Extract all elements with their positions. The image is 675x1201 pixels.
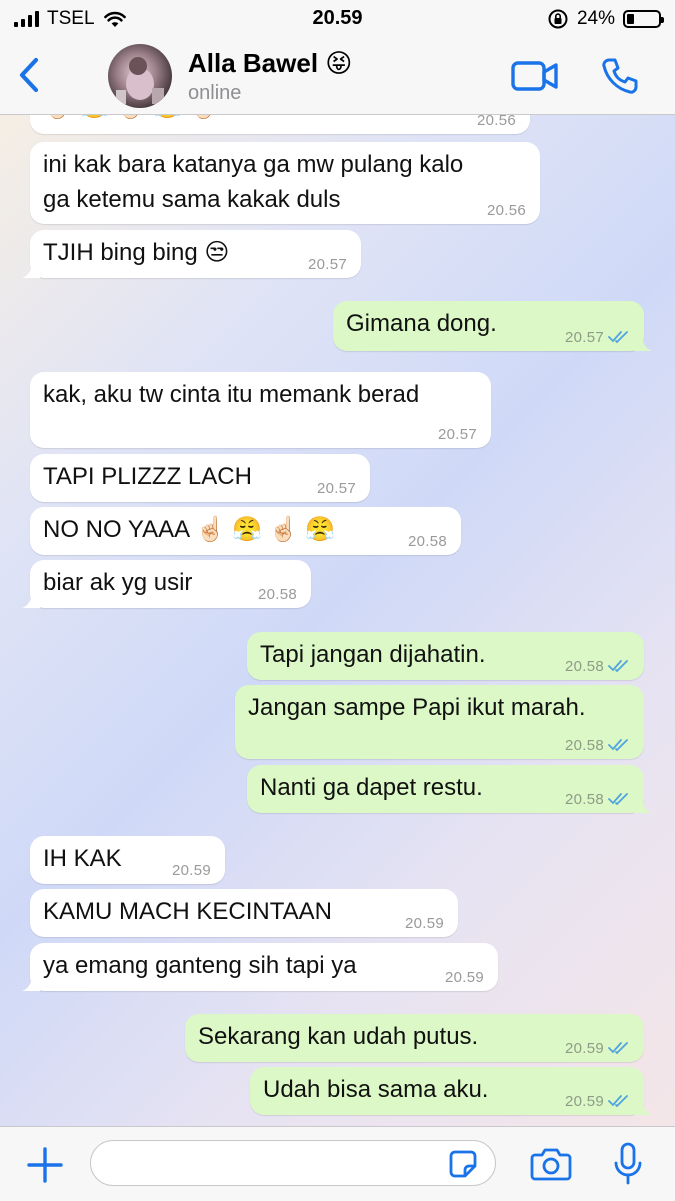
message-bubble-incoming[interactable]: kak, aku tw cinta itu memank berad 20.57 xyxy=(30,372,491,448)
message-input[interactable] xyxy=(90,1140,496,1186)
battery-fill xyxy=(627,14,634,24)
status-bar: TSEL 20.59 24% xyxy=(0,0,675,38)
message-time: 20.58 xyxy=(407,533,447,550)
plus-icon xyxy=(27,1147,63,1183)
phone-icon xyxy=(602,58,638,94)
attach-button[interactable] xyxy=(26,1146,64,1184)
orientation-lock-icon xyxy=(548,9,568,29)
message-text: kak, aku tw cinta itu memank berad xyxy=(43,381,420,408)
message-time: 20.59 xyxy=(564,1093,604,1110)
message-bubble-outgoing[interactable]: Tapi jangan dijahatin. 20.58 xyxy=(247,632,644,680)
bubble-tail xyxy=(634,335,652,351)
top-bar: TSEL 20.59 24% Alla Bawel 😝 online xyxy=(0,0,675,115)
message-bubble-incoming[interactable]: NO NO YAAA ☝🏻 😤 ☝🏻 😤 20.58 xyxy=(30,507,461,555)
message-text: Udah bisa sama aku. xyxy=(263,1076,489,1103)
contact-name[interactable]: Alla Bawel 😝 xyxy=(188,48,352,79)
read-receipt-icon xyxy=(608,739,628,752)
message-time: 20.58 xyxy=(257,586,297,603)
message-bubble-outgoing[interactable]: Nanti ga dapet restu. 20.58 xyxy=(247,765,652,813)
message-bubble-incoming[interactable]: ☝🏻 😤 ☝🏻 😤 ☝🏻 20.56 xyxy=(30,114,530,134)
read-receipt-icon xyxy=(608,1042,628,1055)
message-bubble-incoming[interactable]: ya emang ganteng sih tapi ya 20.59 xyxy=(22,943,498,991)
message-time: 20.56 xyxy=(486,202,526,219)
voice-call-button[interactable] xyxy=(600,56,640,96)
message-text: ☝🏻 😤 ☝🏻 😤 ☝🏻 xyxy=(43,114,219,124)
camera-icon xyxy=(530,1148,572,1181)
message-text: biar ak yg usir xyxy=(43,569,193,596)
message-text: TAPI PLIZZZ LACH xyxy=(43,463,252,490)
sticker-button[interactable] xyxy=(448,1149,478,1179)
bubble-tail xyxy=(634,797,652,813)
chevron-left-icon xyxy=(19,57,39,93)
camera-button[interactable] xyxy=(529,1146,573,1182)
message-bubble-incoming[interactable]: IH KAK 20.59 xyxy=(30,836,225,884)
message-text: KAMU MACH KECINTAAN xyxy=(43,898,332,925)
status-right: 24% xyxy=(547,8,664,30)
message-text: Sekarang kan udah putus. xyxy=(198,1023,479,1050)
input-bar xyxy=(0,1126,675,1201)
microphone-button[interactable] xyxy=(612,1141,644,1187)
message-bubble-outgoing[interactable]: Gimana dong. 20.57 xyxy=(333,301,652,351)
chat-header: Alla Bawel 😝 online xyxy=(0,38,675,114)
message-bubble-incoming[interactable]: TJIH bing bing 😒 20.57 xyxy=(22,230,361,278)
message-list[interactable]: ☝🏻 😤 ☝🏻 😤 ☝🏻 20.56 ini kak bara katanya … xyxy=(0,114,675,1126)
message-time: 20.58 xyxy=(564,791,604,808)
message-text: NO NO YAAA ☝🏻 😤 ☝🏻 😤 xyxy=(43,516,336,543)
bubble-tail xyxy=(22,975,40,991)
message-text: Jangan sampe Papi ikut marah. xyxy=(248,694,586,721)
battery-percentage: 24% xyxy=(576,8,615,29)
bubble-tail xyxy=(22,262,40,278)
message-bubble-outgoing[interactable]: Jangan sampe Papi ikut marah. 20.58 xyxy=(235,685,644,759)
message-text: Tapi jangan dijahatin. xyxy=(260,641,486,668)
read-receipt-icon xyxy=(608,331,628,344)
battery-icon xyxy=(623,10,664,28)
video-camera-icon xyxy=(511,61,558,91)
message-text: ya emang ganteng sih tapi ya xyxy=(43,952,357,979)
video-call-button[interactable] xyxy=(510,56,560,96)
message-time: 20.57 xyxy=(564,329,604,346)
message-time: 20.59 xyxy=(404,915,444,932)
read-receipt-icon xyxy=(608,793,628,806)
bubble-tail xyxy=(634,1099,652,1115)
message-time: 20.57 xyxy=(307,256,347,273)
message-time: 20.59 xyxy=(171,862,211,879)
message-time: 20.57 xyxy=(316,480,356,497)
message-text: Gimana dong. xyxy=(346,310,497,337)
read-receipt-icon xyxy=(608,660,628,673)
message-time: 20.56 xyxy=(476,114,516,129)
message-text: IH KAK xyxy=(43,845,122,872)
sticker-icon xyxy=(449,1150,477,1178)
read-receipt-icon xyxy=(608,1095,628,1108)
contact-status: online xyxy=(188,82,242,104)
avatar[interactable] xyxy=(108,44,172,108)
message-text: Nanti ga dapet restu. xyxy=(260,774,483,801)
message-time: 20.59 xyxy=(564,1040,604,1057)
message-bubble-outgoing[interactable]: Udah bisa sama aku. 20.59 xyxy=(250,1067,652,1115)
message-text: TJIH bing bing 😒 xyxy=(43,239,230,266)
message-bubble-incoming[interactable]: biar ak yg usir 20.58 xyxy=(22,560,311,608)
back-button[interactable] xyxy=(10,52,46,98)
message-bubble-incoming[interactable]: KAMU MACH KECINTAAN 20.59 xyxy=(30,889,458,937)
bubble-tail xyxy=(22,592,40,608)
message-bubble-incoming[interactable]: ini kak bara katanya ga mw pulang kalo g… xyxy=(30,142,540,224)
message-text-line2: ga ketemu sama kakak duls xyxy=(43,186,341,213)
message-time: 20.57 xyxy=(437,426,477,443)
message-time: 20.58 xyxy=(564,658,604,675)
message-time: 20.58 xyxy=(564,737,604,754)
microphone-icon xyxy=(614,1142,642,1185)
avatar-photo xyxy=(116,57,164,104)
message-bubble-incoming[interactable]: TAPI PLIZZZ LACH 20.57 xyxy=(30,454,370,502)
message-text: ini kak bara katanya ga mw pulang kalo xyxy=(43,151,464,178)
message-time: 20.59 xyxy=(444,969,484,986)
message-bubble-outgoing[interactable]: Sekarang kan udah putus. 20.59 xyxy=(185,1014,644,1062)
